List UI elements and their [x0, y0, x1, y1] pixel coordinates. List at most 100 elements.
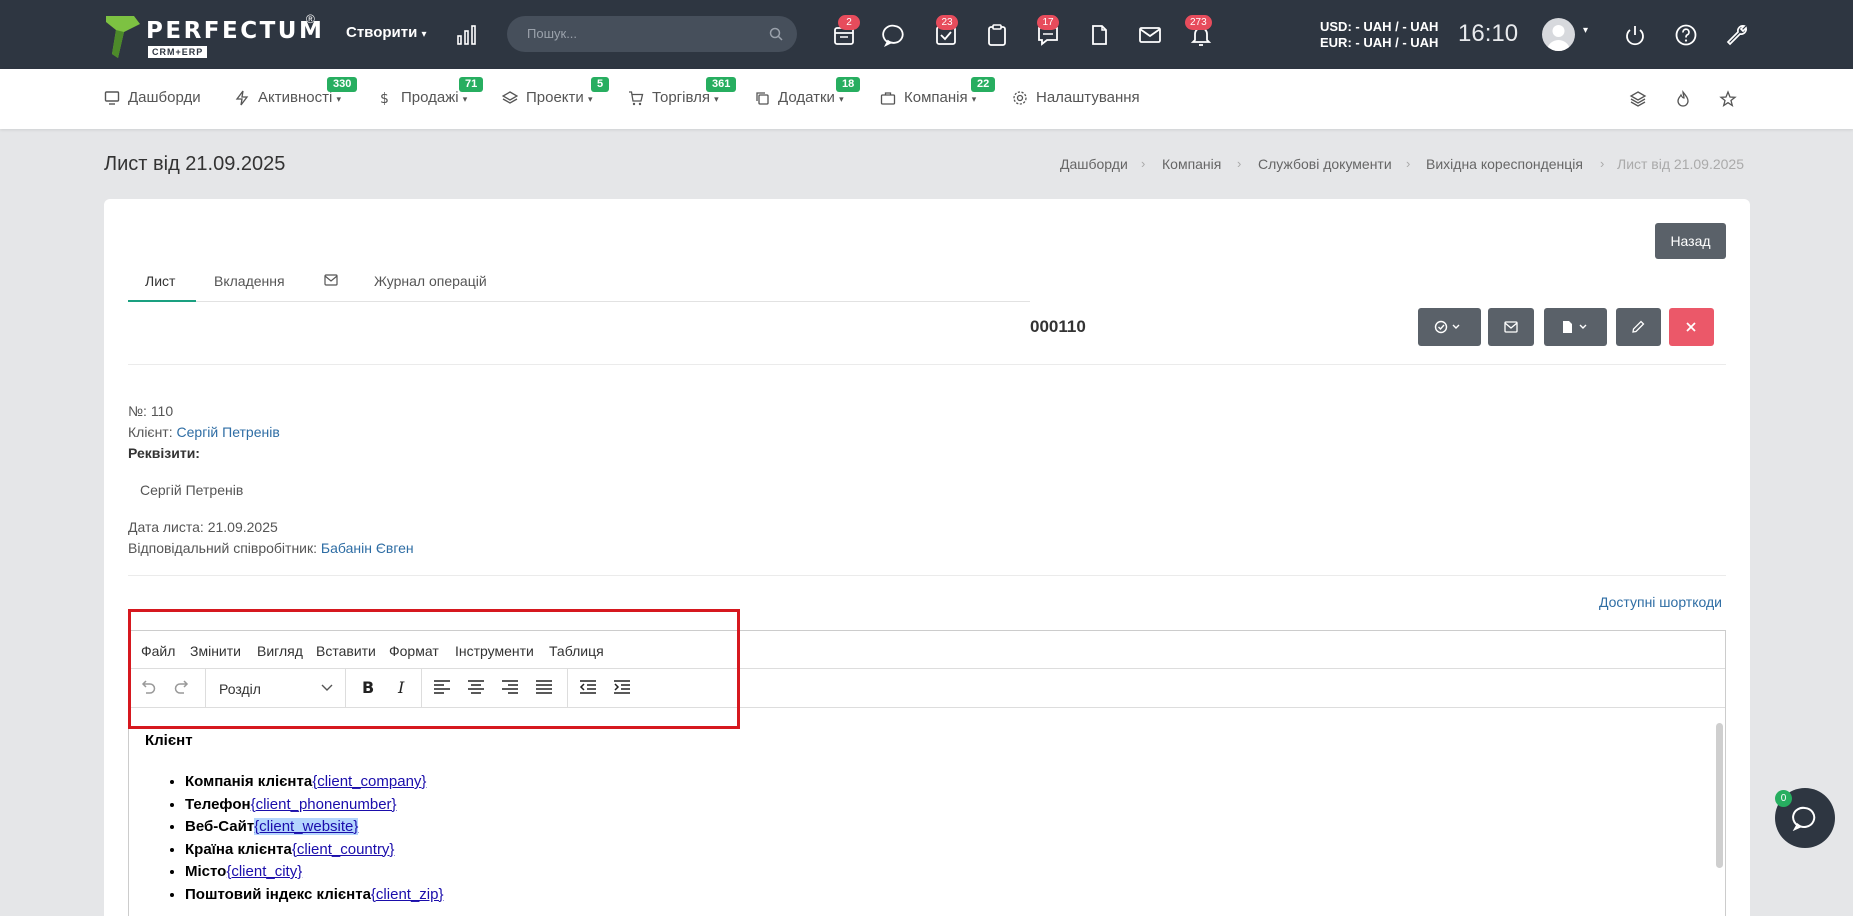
nav-trade-badge: 361	[706, 77, 737, 92]
avatar[interactable]	[1542, 18, 1575, 51]
client-link[interactable]: Сергій Петренів	[177, 424, 280, 440]
nav-sales-badge: 71	[459, 77, 484, 92]
nav-projects-label: Проекти ▾	[526, 89, 593, 106]
edit-button[interactable]	[1616, 308, 1661, 346]
nav-addons-label: Додатки ▾	[778, 89, 844, 106]
delete-button[interactable]	[1669, 308, 1714, 346]
document-number: 000110	[1030, 317, 1086, 336]
document-icon[interactable]	[1086, 22, 1112, 48]
breadcrumb-service-docs[interactable]: Службові документи	[1258, 156, 1392, 172]
exchange-rates: USD: - UAH / - UAH EUR: - UAH / - UAH	[1320, 19, 1438, 51]
calendar-badge: 2	[838, 15, 860, 30]
dollar-icon: $	[380, 91, 389, 106]
close-icon	[1686, 322, 1696, 332]
briefcase-icon	[880, 92, 896, 105]
shortcode-link[interactable]: {client_zip}	[371, 886, 444, 903]
svg-text:$: $	[380, 91, 389, 106]
info-number: №: 110	[128, 403, 174, 419]
registered-mark: ®	[306, 12, 315, 26]
highlight-annotation-box	[128, 609, 740, 729]
lightning-icon	[235, 90, 249, 106]
page-title: Лист від 21.09.2025	[104, 153, 286, 175]
breadcrumb-outgoing[interactable]: Вихідна кореспонденція	[1426, 156, 1583, 172]
breadcrumb-separator-icon: ›	[1600, 156, 1605, 171]
breadcrumb-company[interactable]: Компанія	[1162, 156, 1221, 172]
nav-sales-label: Продажі ▾	[401, 89, 468, 106]
copy-icon	[756, 92, 769, 105]
list-item: Поштовий індекс клієнта{client_zip}	[185, 884, 443, 907]
chevron-down-icon: ▾	[421, 29, 427, 40]
status-dropdown-button[interactable]	[1418, 308, 1481, 346]
breadcrumb-current: Лист від 21.09.2025	[1617, 156, 1744, 172]
logo[interactable]: PERFECTUM CRM+ERP ®	[104, 12, 325, 60]
breadcrumb-separator-icon: ›	[1406, 156, 1411, 171]
available-shortcodes-link[interactable]: Доступні шорткоди	[1599, 594, 1722, 610]
nav-projects-badge: 5	[591, 77, 610, 92]
search-input[interactable]: Пошук...	[507, 16, 797, 52]
chat-icon[interactable]	[882, 22, 908, 48]
tab-attachments[interactable]: Вкладення	[214, 273, 285, 289]
divider	[128, 575, 1726, 576]
bar-chart-icon[interactable]	[456, 24, 478, 46]
clock: 16:10	[1458, 20, 1519, 47]
info-requisites-value: Сергій Петренів	[140, 482, 244, 498]
cart-icon	[629, 91, 644, 106]
list-item: Країна клієнта{client_country}	[185, 839, 443, 862]
stack-icon[interactable]	[1629, 90, 1647, 108]
scrollbar-thumb[interactable]	[1716, 723, 1723, 868]
editor-content[interactable]: Клієнт Компанія клієнта{client_company} …	[145, 732, 443, 906]
comments-badge: 17	[1037, 15, 1059, 30]
notifications-badge: 273	[1185, 15, 1212, 30]
send-email-button[interactable]	[1488, 308, 1534, 346]
nav-dashboards-label: Дашборди	[128, 89, 201, 106]
list-item: Веб-Сайт{client_website}	[185, 816, 443, 839]
tabs-divider	[128, 301, 1030, 302]
breadcrumb-separator-icon: ›	[1141, 156, 1146, 171]
tab-operations-log[interactable]: Журнал операцій	[374, 273, 487, 289]
nav-company-badge: 22	[971, 77, 996, 92]
logo-text: PERFECTUM	[146, 18, 325, 44]
logo-subtitle: CRM+ERP	[148, 46, 208, 58]
star-icon[interactable]	[1719, 90, 1737, 108]
eur-rate: EUR: - UAH / - UAH	[1320, 35, 1439, 50]
create-label: Створити	[346, 24, 418, 41]
responsible-link[interactable]: Бабанін Євген	[321, 540, 414, 556]
file-pdf-icon	[1563, 321, 1587, 333]
layers-icon	[502, 91, 518, 104]
nav-settings-label: Налаштування	[1036, 89, 1140, 106]
nav-addons-badge: 18	[836, 77, 861, 92]
wrench-icon[interactable]	[1724, 22, 1750, 48]
tab-mail-icon[interactable]	[324, 274, 338, 286]
user-icon	[1547, 25, 1570, 51]
tab-letter[interactable]: Лист	[145, 273, 175, 289]
content-heading: Клієнт	[145, 732, 193, 749]
shortcode-link[interactable]: {client_city}	[226, 863, 302, 880]
pdf-dropdown-button[interactable]	[1544, 308, 1607, 346]
nav-company-label: Компанія ▾	[904, 89, 977, 106]
main-nav: Дашборди Активності ▾ 330 $ Продажі ▾ 71…	[0, 69, 1853, 129]
power-icon[interactable]	[1622, 22, 1648, 48]
search-placeholder: Пошук...	[527, 26, 578, 41]
nav-activities-badge: 330	[327, 77, 358, 92]
shortcode-link-selected[interactable]: {client_website}	[254, 818, 359, 835]
shortcode-link[interactable]: {client_company}	[312, 773, 426, 790]
help-icon[interactable]	[1673, 22, 1699, 48]
divider	[128, 364, 1726, 365]
client-fields-list: Компанія клієнта{client_company} Телефон…	[185, 771, 443, 906]
mail-icon[interactable]	[1137, 22, 1163, 48]
list-item: Місто{client_city}	[185, 861, 443, 884]
clipboard-icon[interactable]	[984, 22, 1010, 48]
shortcode-link[interactable]: {client_country}	[292, 841, 395, 858]
chevron-down-icon[interactable]: ▾	[1583, 25, 1588, 36]
shortcode-link[interactable]: {client_phonenumber}	[251, 796, 397, 813]
back-button[interactable]: Назад	[1655, 223, 1726, 259]
pencil-icon	[1632, 320, 1645, 333]
breadcrumb-dashboards[interactable]: Дашборди	[1060, 156, 1128, 172]
chat-bubble-icon	[1792, 806, 1816, 831]
search-icon	[769, 27, 783, 41]
fire-icon[interactable]	[1674, 90, 1692, 108]
usd-rate: USD: - UAH / - UAH	[1320, 19, 1439, 34]
tasks-badge: 23	[936, 15, 958, 30]
editor-scrollbar[interactable]	[1713, 709, 1725, 879]
create-menu-button[interactable]: Створити ▾	[346, 24, 427, 41]
